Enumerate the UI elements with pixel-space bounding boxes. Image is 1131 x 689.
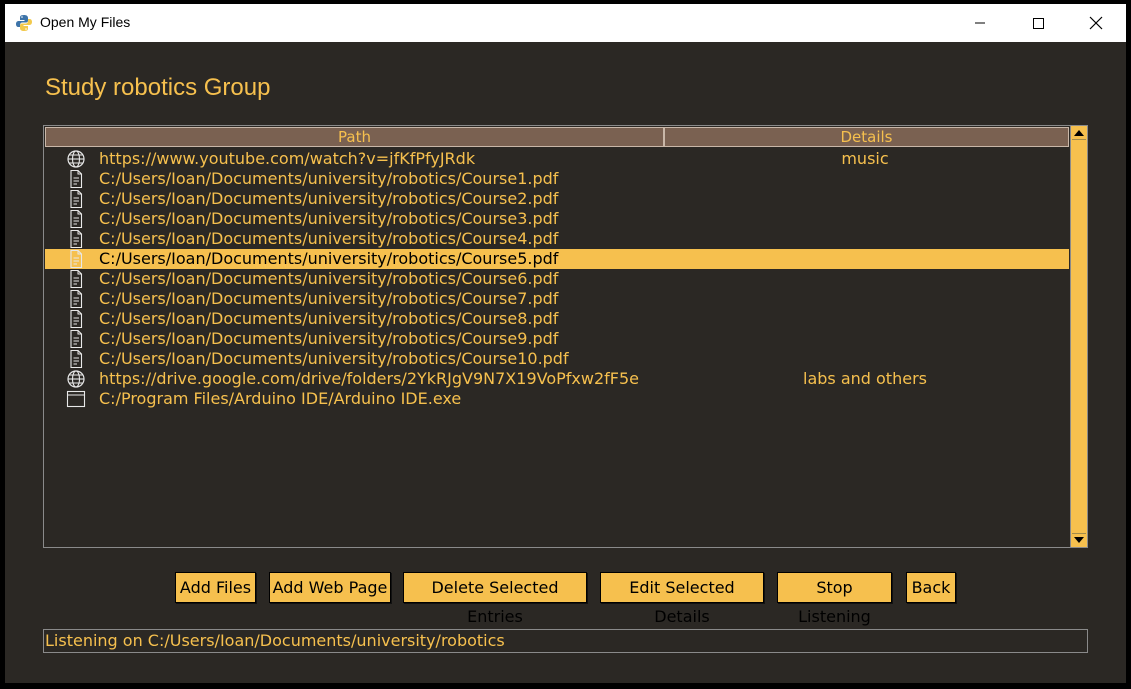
document-icon <box>66 209 86 229</box>
vertical-scrollbar[interactable] <box>1070 125 1088 548</box>
row-path: C:/Users/Ioan/Documents/university/robot… <box>99 209 559 228</box>
tree-row[interactable]: C:/Users/Ioan/Documents/university/robot… <box>45 189 1069 209</box>
edit-selected-details-button[interactable]: Edit Selected Details <box>600 572 764 626</box>
row-path: C:/Users/Ioan/Documents/university/robot… <box>99 329 559 348</box>
tree-rows: https://www.youtube.com/watch?v=jfKfPfyJ… <box>45 149 1069 409</box>
column-header-details[interactable]: Details <box>664 127 1069 147</box>
tree-row[interactable]: https://drive.google.com/drive/folders/2… <box>45 369 1069 389</box>
tree-row[interactable]: https://www.youtube.com/watch?v=jfKfPfyJ… <box>45 149 1069 169</box>
document-icon <box>66 329 86 349</box>
close-icon <box>1089 16 1103 30</box>
tree-row[interactable]: C:/Users/Ioan/Documents/university/robot… <box>45 249 1069 269</box>
tree-row[interactable]: C:/Users/Ioan/Documents/university/robot… <box>45 229 1069 249</box>
document-icon <box>66 289 86 309</box>
stop-listening-button[interactable]: Stop Listening <box>777 572 892 626</box>
tree-row[interactable]: C:/Users/Ioan/Documents/university/robot… <box>45 209 1069 229</box>
row-path: https://drive.google.com/drive/folders/2… <box>99 369 639 388</box>
files-tree[interactable]: Path Details https://www.youtube.com/wat… <box>43 125 1088 548</box>
tree-row[interactable]: C:/Users/Ioan/Documents/university/robot… <box>45 289 1069 309</box>
row-path: C:/Users/Ioan/Documents/university/robot… <box>99 189 559 208</box>
arrow-down-icon <box>1074 537 1084 543</box>
maximize-button[interactable] <box>1009 4 1067 42</box>
maximize-icon <box>1033 18 1044 29</box>
row-details: labs and others <box>803 369 927 388</box>
group-title: Study robotics Group <box>45 74 271 101</box>
document-icon <box>66 249 86 269</box>
tree-row[interactable]: C:/Users/Ioan/Documents/university/robot… <box>45 169 1069 189</box>
back-button[interactable]: Back <box>906 572 956 603</box>
column-header-path[interactable]: Path <box>45 127 664 147</box>
row-path: C:/Users/Ioan/Documents/university/robot… <box>99 269 559 288</box>
row-path: C:/Users/Ioan/Documents/university/robot… <box>99 289 559 308</box>
tree-row[interactable]: C:/Users/Ioan/Documents/university/robot… <box>45 329 1069 349</box>
document-icon <box>66 349 86 369</box>
row-path: C:/Users/Ioan/Documents/university/robot… <box>99 249 559 268</box>
scroll-down-button[interactable] <box>1072 533 1086 546</box>
minimize-button[interactable] <box>951 4 1009 42</box>
document-icon <box>66 189 86 209</box>
document-icon <box>66 269 86 289</box>
row-path: C:/Users/Ioan/Documents/university/robot… <box>99 349 569 368</box>
tree-row[interactable]: C:/Program Files/Arduino IDE/Arduino IDE… <box>45 389 1069 409</box>
row-path: C:/Users/Ioan/Documents/university/robot… <box>99 229 559 248</box>
globe-icon <box>66 370 86 388</box>
main-window: Open My Files Study robotics Group Path … <box>5 4 1126 683</box>
status-bar: Listening on C:/Users/Ioan/Documents/uni… <box>43 629 1088 653</box>
add-web-page-button[interactable]: Add Web Page <box>269 572 391 603</box>
document-icon <box>66 229 86 249</box>
window-icon <box>66 390 86 408</box>
minimize-icon <box>975 22 985 24</box>
tree-row[interactable]: C:/Users/Ioan/Documents/university/robot… <box>45 349 1069 369</box>
python-icon <box>15 14 33 32</box>
row-path: C:/Users/Ioan/Documents/university/robot… <box>99 309 559 328</box>
action-buttons: Add Files Add Web Page Delete Selected E… <box>5 572 1126 626</box>
delete-selected-entries-button[interactable]: Delete Selected Entries <box>403 572 587 626</box>
scroll-up-button[interactable] <box>1072 127 1086 140</box>
add-files-button[interactable]: Add Files <box>175 572 256 603</box>
row-path: C:/Program Files/Arduino IDE/Arduino IDE… <box>99 389 462 408</box>
document-icon <box>66 309 86 329</box>
row-details: music <box>841 149 889 168</box>
row-path: C:/Users/Ioan/Documents/university/robot… <box>99 169 559 188</box>
close-button[interactable] <box>1067 4 1125 42</box>
globe-icon <box>66 150 86 168</box>
tree-row[interactable]: C:/Users/Ioan/Documents/university/robot… <box>45 309 1069 329</box>
document-icon <box>66 169 86 189</box>
tree-header: Path Details <box>45 127 1069 147</box>
row-path: https://www.youtube.com/watch?v=jfKfPfyJ… <box>99 149 476 168</box>
arrow-up-icon <box>1074 130 1084 136</box>
title-bar[interactable]: Open My Files <box>5 4 1126 42</box>
tree-row[interactable]: C:/Users/Ioan/Documents/university/robot… <box>45 269 1069 289</box>
window-title: Open My Files <box>40 14 131 30</box>
